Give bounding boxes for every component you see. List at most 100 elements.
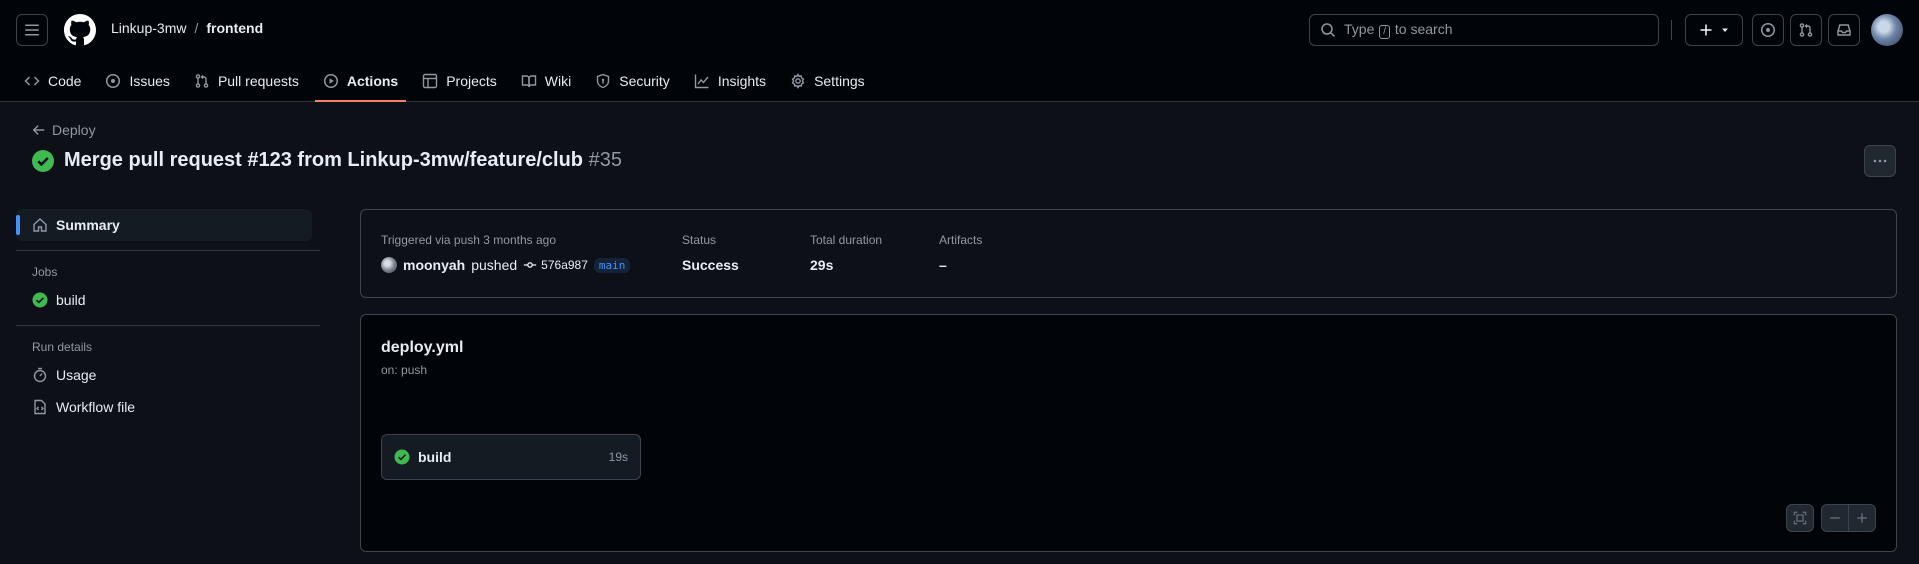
sidebar-item-workflow-file[interactable]: Workflow file <box>16 391 312 423</box>
kebab-horizontal-icon <box>1873 159 1887 163</box>
sidebar-divider <box>16 250 320 251</box>
run-summary-panel: Triggered via push 3 months ago moonyah … <box>360 209 1897 298</box>
more-options-button[interactable] <box>1864 145 1896 177</box>
trigger-info: Triggered via push 3 months ago moonyah … <box>381 233 631 273</box>
repo-name-link[interactable]: frontend <box>206 20 263 36</box>
file-code-icon <box>34 399 46 415</box>
graph-icon <box>694 74 709 89</box>
sidebar-item-label: Summary <box>56 217 120 233</box>
job-card-build[interactable]: build 19s <box>381 434 641 480</box>
duration-info: Total duration 29s <box>810 233 882 273</box>
tab-insights[interactable]: Insights <box>686 60 774 102</box>
tab-projects[interactable]: Projects <box>414 60 505 102</box>
tab-issues[interactable]: Issues <box>97 60 177 102</box>
status-info: Status Success <box>682 233 739 273</box>
check-circle-fill-icon <box>394 449 410 465</box>
search-icon <box>1321 23 1336 38</box>
actor-action: pushed <box>471 257 518 273</box>
tab-label: Insights <box>717 73 767 89</box>
home-icon <box>33 218 47 232</box>
tab-label: Actions <box>346 73 399 89</box>
check-circle-fill-icon <box>32 149 54 172</box>
run-sidebar: Summary Jobs build Run details Usage Wor… <box>16 209 320 423</box>
plus-icon <box>1700 24 1712 36</box>
tab-label: Wiki <box>544 73 572 89</box>
repo-nav-tabs: Code Issues Pull requests Actions Projec… <box>16 60 881 102</box>
create-new-button[interactable] <box>1685 14 1743 46</box>
branch-label[interactable]: main <box>593 257 631 273</box>
inbox-icon <box>1837 24 1851 36</box>
tab-pull-requests[interactable]: Pull requests <box>186 60 307 102</box>
issue-opened-icon <box>106 74 121 88</box>
user-avatar[interactable] <box>1871 14 1903 46</box>
job-duration: 19s <box>608 450 628 464</box>
tab-security[interactable]: Security <box>587 60 678 102</box>
duration-value: 29s <box>810 257 834 273</box>
fullscreen-button[interactable] <box>1786 504 1814 532</box>
github-logo-icon[interactable] <box>64 14 96 46</box>
artifacts-value: – <box>939 257 947 273</box>
book-icon <box>521 75 536 88</box>
issues-button[interactable] <box>1752 14 1784 46</box>
run-number: #35 <box>588 149 622 171</box>
minus-icon <box>1830 517 1840 519</box>
tab-settings[interactable]: Settings <box>782 60 873 102</box>
gear-icon <box>791 73 805 89</box>
repo-path-separator: / <box>194 20 199 36</box>
sidebar-item-label: Usage <box>56 367 97 383</box>
tab-label: Settings <box>814 73 865 89</box>
tab-wiki[interactable]: Wiki <box>513 60 579 102</box>
actor-avatar[interactable] <box>381 257 397 273</box>
sidebar-item-job-build[interactable]: build <box>16 284 312 316</box>
workflow-trigger: on: push <box>381 363 428 377</box>
actor-link[interactable]: moonyah <box>403 257 465 273</box>
tab-code[interactable]: Code <box>16 60 89 102</box>
screen-full-icon <box>1793 511 1807 525</box>
sidebar-item-label: build <box>56 292 86 308</box>
sidebar-item-label: Workflow file <box>56 399 136 415</box>
commit-sha-link[interactable]: 576a987 <box>523 258 588 272</box>
repo-owner-link[interactable]: Linkup-3mw <box>111 20 186 36</box>
tab-label: Projects <box>446 73 497 89</box>
workflow-file-name: deploy.yml <box>381 339 464 356</box>
trigger-label: Triggered via push 3 months ago <box>381 233 556 247</box>
sidebar-item-summary[interactable]: Summary <box>16 209 312 241</box>
sidebar-heading-jobs: Jobs <box>32 265 58 279</box>
tab-label: Code <box>48 73 82 89</box>
inbox-button[interactable] <box>1828 14 1860 46</box>
workflow-graph-panel: deploy.yml on: push build 19s <box>360 314 1897 552</box>
header-top-bar: Linkup-3mw / frontend Type / to search <box>0 0 1919 60</box>
search-placeholder: Type / to search <box>1344 21 1453 39</box>
check-circle-fill-icon <box>32 292 48 308</box>
play-icon <box>323 74 338 88</box>
sidebar-heading-run-details: Run details <box>32 340 93 354</box>
table-icon <box>423 73 438 89</box>
stopwatch-icon <box>33 367 47 383</box>
tab-label: Issues <box>129 73 170 89</box>
git-commit-icon <box>524 262 537 268</box>
code-icon <box>24 76 40 86</box>
git-pull-request-icon <box>1799 23 1813 37</box>
zoom-out-button[interactable] <box>1821 504 1849 532</box>
tab-label: Pull requests <box>217 73 299 89</box>
repo-breadcrumb: Linkup-3mw / frontend <box>111 20 263 36</box>
zoom-in-button[interactable] <box>1848 504 1876 532</box>
page-title: Merge pull request #123 from Linkup-3mw/… <box>64 149 622 171</box>
duration-label: Total duration <box>810 233 883 247</box>
trigger-details: moonyah pushed 576a987 main <box>381 257 631 273</box>
global-header: Linkup-3mw / frontend Type / to search C… <box>0 0 1919 102</box>
back-link-label: Deploy <box>52 122 96 138</box>
header-divider <box>1671 20 1672 40</box>
hamburger-menu-button[interactable] <box>16 14 48 46</box>
job-name: build <box>418 449 452 465</box>
search-input[interactable]: Type / to search <box>1309 14 1659 46</box>
arrow-left-icon <box>32 125 45 135</box>
tab-actions[interactable]: Actions <box>314 60 407 102</box>
commit-sha: 576a987 <box>541 258 588 272</box>
status-value: Success <box>682 257 739 273</box>
back-to-workflow-link[interactable]: Deploy <box>32 122 96 138</box>
pull-requests-button[interactable] <box>1790 14 1822 46</box>
sidebar-item-usage[interactable]: Usage <box>16 359 312 391</box>
git-pull-request-icon <box>195 74 209 88</box>
issue-opened-icon <box>1761 23 1775 37</box>
